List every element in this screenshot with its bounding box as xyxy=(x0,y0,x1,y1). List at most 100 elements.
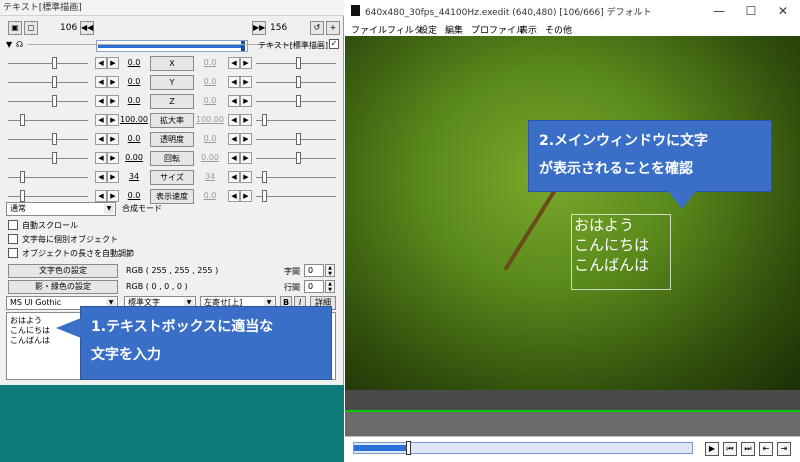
close-icon[interactable]: ✕ xyxy=(769,2,797,20)
param-button[interactable]: サイズ xyxy=(150,170,194,185)
decrement-icon[interactable]: ◀ xyxy=(95,95,107,107)
param-slider-left[interactable] xyxy=(8,101,88,102)
go-end-icon[interactable]: ⇥ xyxy=(777,442,791,456)
text-color-button[interactable]: 文字色の設定 xyxy=(8,264,118,278)
decrement-icon[interactable]: ◀ xyxy=(95,152,107,164)
slider-thumb[interactable] xyxy=(296,76,301,88)
param-button[interactable]: Z xyxy=(150,94,194,109)
decrement-icon[interactable]: ◀ xyxy=(95,171,107,183)
param-value-start[interactable]: 0.0 xyxy=(120,134,148,143)
param-value-end[interactable]: 0.0 xyxy=(196,58,224,67)
play-icon[interactable]: ▶ xyxy=(705,442,719,456)
slider-thumb[interactable] xyxy=(20,114,25,126)
param-value-end[interactable]: 0.0 xyxy=(196,77,224,86)
param-slider-left[interactable] xyxy=(8,158,88,159)
decrement-icon[interactable]: ◀ xyxy=(95,76,107,88)
slider-thumb[interactable] xyxy=(20,171,25,183)
playback-knob[interactable] xyxy=(406,441,411,455)
decrement-icon[interactable]: ◀ xyxy=(95,114,107,126)
char-spacing-input[interactable]: 0 xyxy=(304,264,324,277)
param-button[interactable]: 回転 xyxy=(150,151,194,166)
param-value-end[interactable]: 0.0 xyxy=(196,96,224,105)
prev-frame-button[interactable]: ◀◀ xyxy=(80,21,94,35)
option-checkbox[interactable] xyxy=(8,220,18,230)
increment-icon[interactable]: ▶ xyxy=(240,171,252,183)
increment-icon[interactable]: ▶ xyxy=(240,76,252,88)
decrement-icon[interactable]: ◀ xyxy=(228,114,240,126)
slider-thumb[interactable] xyxy=(52,95,57,107)
visible-checkbox[interactable]: ✓ xyxy=(329,39,339,49)
decrement-icon[interactable]: ◀ xyxy=(228,190,240,202)
param-value-start[interactable]: 100.00 xyxy=(120,115,148,124)
menu-view[interactable]: 表示 xyxy=(519,23,537,36)
increment-icon[interactable]: ▶ xyxy=(240,114,252,126)
menu-other[interactable]: その他 xyxy=(545,23,572,36)
param-slider-right[interactable] xyxy=(256,120,336,121)
menu-edit[interactable]: 編集 xyxy=(445,23,463,36)
lock-icon[interactable]: ◻ xyxy=(24,21,38,35)
param-slider-right[interactable] xyxy=(256,196,336,197)
param-value-start[interactable]: 0.0 xyxy=(120,77,148,86)
param-value-end[interactable]: 0.0 xyxy=(196,134,224,143)
param-value-start[interactable]: 0.0 xyxy=(120,96,148,105)
param-value-end[interactable]: 0.00 xyxy=(196,153,224,162)
increment-icon[interactable]: ▶ xyxy=(107,95,119,107)
text-object-overlay[interactable]: おはよう こんにちは こんばんは xyxy=(571,214,671,290)
menu-settings[interactable]: 設定 xyxy=(419,23,437,36)
decrement-icon[interactable]: ◀ xyxy=(228,57,240,69)
slider-thumb[interactable] xyxy=(262,171,267,183)
param-button[interactable]: X xyxy=(150,56,194,71)
increment-icon[interactable]: ▶ xyxy=(107,133,119,145)
param-button[interactable]: 拡大率 xyxy=(150,113,194,128)
slider-thumb[interactable] xyxy=(52,133,57,145)
property-icon[interactable]: ▣ xyxy=(8,21,22,35)
param-value-start[interactable]: 0.0 xyxy=(120,58,148,67)
option-checkbox[interactable] xyxy=(8,234,18,244)
increment-icon[interactable]: ▶ xyxy=(107,190,119,202)
param-button[interactable]: 表示速度 xyxy=(150,189,194,204)
param-value-start[interactable]: 34 xyxy=(120,172,148,181)
slider-thumb[interactable] xyxy=(296,152,301,164)
collapse-icon[interactable]: ▼ xyxy=(6,40,12,49)
param-value-end[interactable]: 34 xyxy=(196,172,224,181)
slider-thumb[interactable] xyxy=(52,57,57,69)
param-value-start[interactable]: 0.00 xyxy=(120,153,148,162)
increment-icon[interactable]: ▶ xyxy=(107,152,119,164)
increment-icon[interactable]: ▶ xyxy=(240,190,252,202)
slider-thumb[interactable] xyxy=(262,114,267,126)
decrement-icon[interactable]: ◀ xyxy=(95,190,107,202)
increment-icon[interactable]: ▶ xyxy=(240,57,252,69)
undo-icon[interactable]: ↺ xyxy=(310,21,324,35)
decrement-icon[interactable]: ◀ xyxy=(228,171,240,183)
increment-icon[interactable]: ▶ xyxy=(107,57,119,69)
decrement-icon[interactable]: ◀ xyxy=(228,133,240,145)
next-frame-button[interactable]: ▶▶ xyxy=(252,21,266,35)
param-value-start[interactable]: 0.0 xyxy=(120,191,148,200)
decrement-icon[interactable]: ◀ xyxy=(228,76,240,88)
increment-icon[interactable]: ▶ xyxy=(240,95,252,107)
menu-filter[interactable]: フィルタ xyxy=(387,23,423,36)
slider-thumb[interactable] xyxy=(262,190,267,202)
minimize-icon[interactable]: — xyxy=(705,2,733,20)
slider-thumb[interactable] xyxy=(296,57,301,69)
blend-mode-select[interactable]: 通常 ▼ xyxy=(6,202,116,216)
decrement-icon[interactable]: ◀ xyxy=(95,133,107,145)
increment-icon[interactable]: ▶ xyxy=(107,76,119,88)
decrement-icon[interactable]: ◀ xyxy=(228,152,240,164)
param-button[interactable]: 透明度 xyxy=(150,132,194,147)
increment-icon[interactable]: ▶ xyxy=(107,171,119,183)
param-slider-right[interactable] xyxy=(256,177,336,178)
shadow-color-button[interactable]: 影・縁色の設定 xyxy=(8,280,118,294)
prev-keyframe-icon[interactable]: ⏮ xyxy=(723,442,737,456)
slider-thumb[interactable] xyxy=(20,190,25,202)
option-checkbox[interactable] xyxy=(8,248,18,258)
menu-profile[interactable]: プロファイル xyxy=(471,23,525,36)
slider-thumb[interactable] xyxy=(296,95,301,107)
add-icon[interactable]: + xyxy=(326,21,340,35)
param-value-end[interactable]: 0.0 xyxy=(196,191,224,200)
line-spacing-input[interactable]: 0 xyxy=(304,280,324,293)
char-spacing-stepper[interactable]: ▲ ▼ xyxy=(325,264,335,277)
next-keyframe-icon[interactable]: ⏭ xyxy=(741,442,755,456)
slider-thumb[interactable] xyxy=(52,76,57,88)
menu-file[interactable]: ファイル xyxy=(351,23,387,36)
